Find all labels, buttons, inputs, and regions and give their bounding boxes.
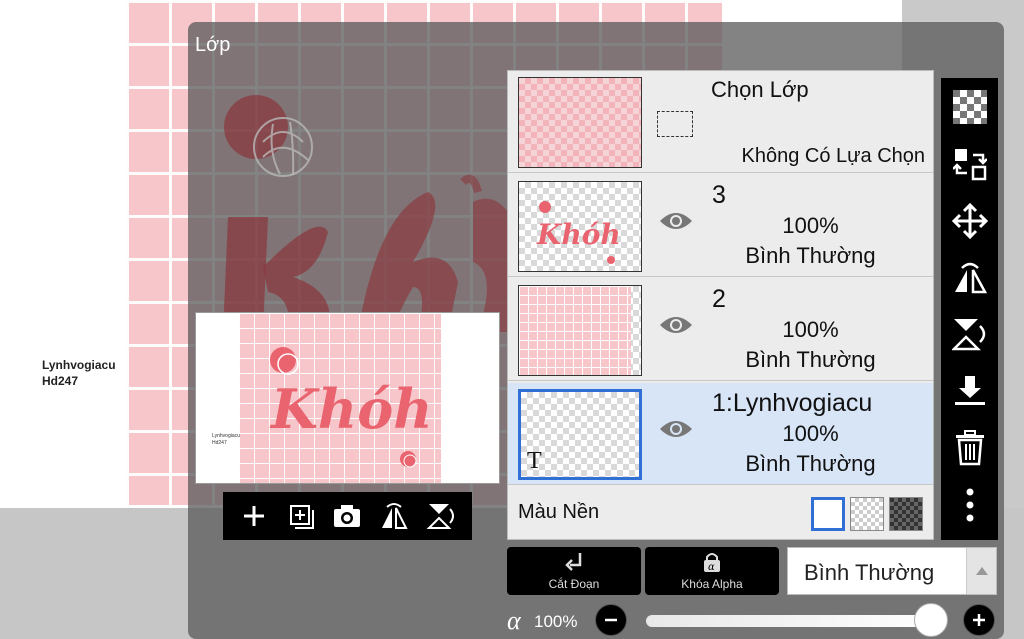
svg-text:α: α: [708, 562, 715, 573]
layer-blend-mode: Bình Thường: [745, 347, 876, 372]
alpha-value: 100%: [534, 612, 578, 631]
layer-name: 1:Lynhvogiacu: [712, 389, 873, 417]
merge-down-icon: [954, 376, 985, 406]
minus-icon: [605, 618, 617, 622]
dialog-title: Lớp: [195, 34, 231, 56]
watermark-line2: Hd247: [42, 374, 79, 388]
checkerboard-icon: [952, 90, 987, 125]
alpha-symbol: α: [507, 606, 521, 635]
transparency-button[interactable]: [948, 86, 992, 129]
transfer-button[interactable]: [948, 143, 992, 186]
delete-layer-button[interactable]: [948, 427, 992, 470]
background-white-swatch[interactable]: [811, 497, 845, 531]
blend-mode-dropdown-toggle[interactable]: [966, 548, 996, 594]
alpha-slider-handle[interactable]: [914, 603, 948, 637]
camera-icon: [334, 505, 361, 527]
merge-down-button[interactable]: [948, 370, 992, 413]
right-toolbar: [941, 78, 998, 540]
layer-row-selected[interactable]: T 1:Lynhvogiacu 100% Bình Thường: [508, 383, 933, 485]
alpha-increase-button[interactable]: [963, 604, 995, 636]
layer-row[interactable]: 2 100% Bình Thường: [508, 279, 933, 381]
flip-horizontal-button[interactable]: [948, 256, 992, 299]
add-layer-icon: [289, 505, 314, 529]
layer-opacity: 100%: [782, 213, 839, 238]
background-color-row: Màu Nền: [508, 485, 933, 539]
selection-status: Không Có Lựa Chọn: [741, 145, 925, 167]
selection-title: Chọn Lớp: [711, 77, 809, 102]
layer-opacity: 100%: [782, 421, 839, 446]
watermark-line1: Lynhvogiacu: [42, 358, 116, 372]
selection-thumbnail: [518, 77, 642, 168]
transfer-icon: [952, 149, 987, 181]
alpha-slider-track[interactable]: [646, 615, 946, 627]
layer-name: 2: [712, 285, 726, 313]
background-color-label: Màu Nền: [518, 501, 600, 523]
canvas-preview[interactable]: Lynhvogiacu Hd247 Khóh: [195, 312, 500, 484]
more-options-button[interactable]: [948, 483, 992, 526]
clipping-label: Cắt Đoạn: [548, 577, 600, 591]
layer-row[interactable]: Khóh 3 100% Bình Thường: [508, 175, 933, 277]
preview-artwork: Khóh: [269, 347, 432, 468]
blend-mode-select[interactable]: Bình Thường: [787, 547, 997, 595]
layer-list: Chọn Lớp Không Có Lựa Chọn Khóh 3 100% B…: [507, 70, 934, 540]
move-icon: [951, 202, 988, 239]
blend-mode-value: Bình Thường: [804, 560, 935, 585]
triangle-up-icon: [975, 567, 988, 575]
background-transparent-swatch[interactable]: [850, 497, 884, 531]
add-layer-copy-button[interactable]: [283, 498, 319, 534]
flip-vertical-icon: [951, 319, 985, 351]
plus-icon: [244, 506, 265, 526]
trash-icon: [955, 429, 984, 466]
background-dark-transparent-swatch[interactable]: [889, 497, 923, 531]
preview-toolbar: [223, 492, 472, 540]
clipping-button[interactable]: Cắt Đoạn: [507, 547, 641, 595]
flip-horizontal-icon: [954, 262, 987, 293]
layer-blend-mode: Bình Thường: [745, 451, 876, 476]
more-icon: [966, 488, 973, 522]
alpha-decrease-button[interactable]: [595, 604, 627, 636]
layer-blend-mode: Bình Thường: [745, 243, 876, 268]
flip-vertical-button[interactable]: [948, 313, 992, 356]
camera-button[interactable]: [329, 498, 365, 534]
selection-layer-row[interactable]: Chọn Lớp Không Có Lựa Chọn: [508, 71, 933, 173]
add-layer-button[interactable]: [236, 498, 272, 534]
flip-vertical-button[interactable]: [423, 498, 459, 534]
lock-icon: α: [704, 553, 720, 573]
flip-vertical-icon: [426, 504, 454, 529]
layer-opacity: 100%: [782, 317, 839, 342]
clip-arrow-icon: [565, 553, 582, 571]
alpha-lock-button[interactable]: α Khóa Alpha: [645, 547, 779, 595]
move-button[interactable]: [948, 200, 992, 243]
canvas-watermark: Lynhvogiacu Hd247: [42, 357, 116, 389]
alpha-lock-label: Khóa Alpha: [681, 577, 743, 591]
canvas-artwork-ghost: [223, 95, 508, 332]
flip-horizontal-icon: [382, 503, 408, 529]
plus-icon: [973, 614, 985, 626]
selection-marquee-icon: [657, 111, 693, 137]
flip-horizontal-button[interactable]: [376, 498, 412, 534]
layer-name: 3: [712, 181, 726, 209]
preview-artwork-text: Khóh: [269, 377, 432, 441]
